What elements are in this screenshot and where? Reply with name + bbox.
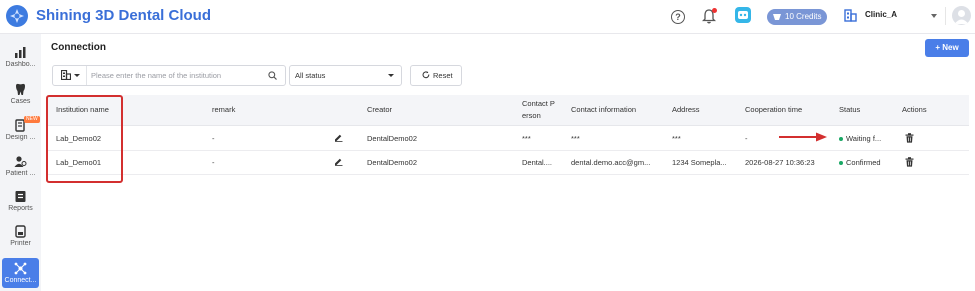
- remark-cell: -: [212, 134, 215, 143]
- shining3d-logo-icon[interactable]: [6, 5, 28, 27]
- delete-icon[interactable]: [905, 157, 914, 167]
- column-header: Actions: [902, 105, 927, 114]
- building-icon: [844, 9, 857, 22]
- caret-down-icon: [388, 74, 394, 77]
- status-cell: Confirmed: [839, 158, 881, 168]
- report-icon: [15, 191, 26, 202]
- institution-type-select[interactable]: [53, 66, 87, 85]
- cooperation-time-cell: -: [745, 134, 748, 143]
- edit-remark-icon[interactable]: [334, 157, 343, 166]
- bar-chart-icon: [15, 47, 26, 58]
- app-title[interactable]: Shining 3D Dental Cloud: [36, 7, 211, 24]
- reset-button[interactable]: Reset: [410, 65, 462, 86]
- edit-remark-icon[interactable]: [334, 133, 343, 142]
- sidebar-item-label: Reports: [8, 205, 33, 212]
- reset-label: Reset: [433, 71, 453, 80]
- red-arrow-icon: [779, 132, 827, 142]
- contact-information-cell: dental.demo.acc@gm...: [571, 158, 651, 167]
- caret-down-icon: [74, 74, 80, 77]
- status-cell: Waiting f...: [839, 134, 881, 144]
- search-icon[interactable]: [268, 71, 277, 80]
- sidebar-item-connection[interactable]: Connect...: [2, 258, 39, 288]
- delete-icon[interactable]: [905, 133, 914, 143]
- status-dot: [839, 137, 843, 142]
- sidebar-item-patient[interactable]: Patient ...: [2, 154, 39, 184]
- top-header: Shining 3D Dental Cloud ? 10 Credits Cli…: [0, 0, 975, 34]
- contact-information-cell: ***: [571, 134, 580, 143]
- address-cell: 1234 Somepla...: [672, 158, 727, 167]
- column-header: Address: [672, 105, 700, 114]
- notification-dot: [712, 8, 717, 13]
- help-icon[interactable]: ?: [671, 10, 685, 24]
- connection-icon: [14, 262, 27, 275]
- column-header: Contact information: [571, 105, 637, 114]
- refresh-icon: [422, 71, 430, 79]
- cooperation-time-cell: 2026-08-27 10:36:23: [745, 158, 815, 167]
- sidebar-item-label: Connect...: [4, 277, 37, 284]
- column-header: Creator: [367, 105, 393, 114]
- patient-icon: [14, 156, 27, 167]
- table-header: Institution name remark Creator Contact …: [47, 95, 969, 126]
- new-connection-button[interactable]: + New: [925, 39, 969, 57]
- sidebar-item-cases[interactable]: Cases: [2, 82, 39, 112]
- building-icon: [61, 70, 71, 80]
- address-cell: ***: [672, 134, 681, 143]
- contact-person-cell: Dental....: [522, 158, 553, 167]
- new-badge: NEW: [24, 116, 40, 123]
- status-dot: [839, 161, 843, 166]
- header-divider: [945, 7, 946, 25]
- sidebar-item-label: Cases: [10, 98, 31, 105]
- sidebar-item-printer[interactable]: Printer: [2, 224, 39, 254]
- sidebar-item-label: Printer: [10, 240, 31, 247]
- column-header: Contact P: [522, 99, 555, 108]
- column-header: erson: [522, 111, 541, 120]
- search-input[interactable]: [91, 68, 261, 83]
- table-row[interactable]: Lab_Demo01 - DentalDemo02 Dental.... den…: [47, 151, 969, 175]
- search-box: [52, 65, 286, 86]
- table-row[interactable]: Lab_Demo02 - DentalDemo02 *** *** *** - …: [47, 127, 969, 151]
- clinic-selector[interactable]: Clinic_A: [841, 6, 941, 26]
- page-title: Connection: [51, 42, 106, 53]
- status-filter-select[interactable]: All status: [289, 65, 402, 86]
- clinic-name: Clinic_A: [865, 10, 898, 19]
- sidebar-item-reports[interactable]: Reports: [2, 189, 39, 219]
- tooth-icon: [16, 83, 25, 95]
- chevron-down-icon: [931, 14, 937, 18]
- sidebar-item-label: Design ...: [5, 134, 36, 141]
- sidebar-item-dashboard[interactable]: Dashbo...: [2, 45, 39, 75]
- printer-icon: [15, 225, 26, 238]
- credits-badge[interactable]: 10 Credits: [767, 9, 828, 25]
- status-filter-value: All status: [295, 71, 326, 80]
- institution-column-highlight: [46, 95, 123, 183]
- creator-cell: DentalDemo02: [367, 134, 418, 143]
- status-text: Waiting f...: [846, 134, 882, 143]
- column-header: Status: [839, 105, 861, 114]
- remark-cell: -: [212, 158, 215, 167]
- app-launcher-icon[interactable]: [735, 7, 751, 23]
- column-header: remark: [212, 105, 236, 114]
- status-text: Confirmed: [846, 158, 881, 167]
- sidebar-item-label: Patient ...: [5, 170, 36, 177]
- credits-label: 10 Credits: [785, 12, 822, 21]
- avatar[interactable]: [952, 6, 971, 25]
- creator-cell: DentalDemo02: [367, 158, 418, 167]
- column-header: Cooperation time: [745, 105, 803, 114]
- contact-person-cell: ***: [522, 134, 531, 143]
- sidebar-item-label: Dashbo...: [5, 61, 36, 68]
- sidebar: Dashbo... Cases NEW Design ... Patient .…: [0, 34, 41, 291]
- sidebar-item-design[interactable]: NEW Design ...: [2, 116, 40, 148]
- credits-icon: [773, 14, 781, 20]
